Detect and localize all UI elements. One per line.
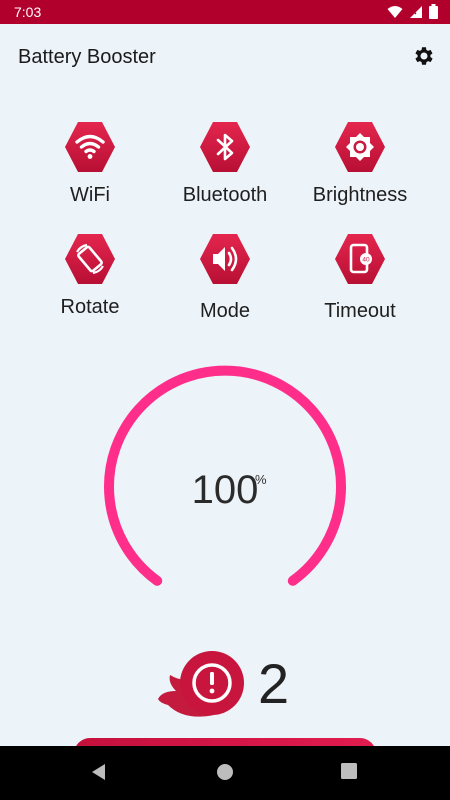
signal-icon [410,5,422,18]
battery-percent: 100 [191,468,259,512]
mode-toggle[interactable]: Mode [160,232,290,323]
percent-unit: % [255,472,267,487]
phone-timer-icon: 40 [335,234,385,284]
rotate-toggle[interactable]: Rotate [25,232,155,319]
exclamation-icon [158,651,244,717]
toggle-label-wifi: WiFi [70,184,110,206]
status-icons [387,4,438,19]
volume-icon [200,234,250,284]
gear-icon[interactable] [412,44,436,68]
battery-icon [429,4,438,19]
status-time: 7:03 [14,4,42,20]
app-bar: Battery Booster [0,24,450,92]
toggle-label-mode: Mode [199,300,251,322]
battery-gauge: 100 % [95,360,355,600]
recents-icon[interactable] [341,763,357,779]
toggle-label-timeout: Timeout [324,300,396,322]
page-title: Battery Booster [18,46,156,68]
wifi-toggle[interactable]: WiFi [25,120,155,207]
toggle-label-bluetooth: Bluetooth [182,184,268,206]
toggle-label-brightness: Brightness [312,184,408,206]
brightness-icon [335,122,385,172]
wifi-icon [65,122,115,172]
wifi-icon [387,5,403,18]
back-icon[interactable] [90,763,108,781]
home-icon[interactable] [216,763,234,781]
status-bar: 7:03 [0,0,450,24]
brightness-toggle[interactable]: Brightness [295,120,425,207]
issues-indicator[interactable]: 2 [154,645,304,729]
svg-text:40: 40 [362,257,370,264]
bluetooth-icon [200,122,250,172]
timeout-toggle[interactable]: 40 Timeout [295,232,425,323]
rotate-icon [65,234,115,284]
bluetooth-toggle[interactable]: Bluetooth [160,120,290,207]
toggle-label-rotate: Rotate [60,296,120,318]
navigation-bar [0,746,450,800]
issues-count: 2 [258,652,290,715]
